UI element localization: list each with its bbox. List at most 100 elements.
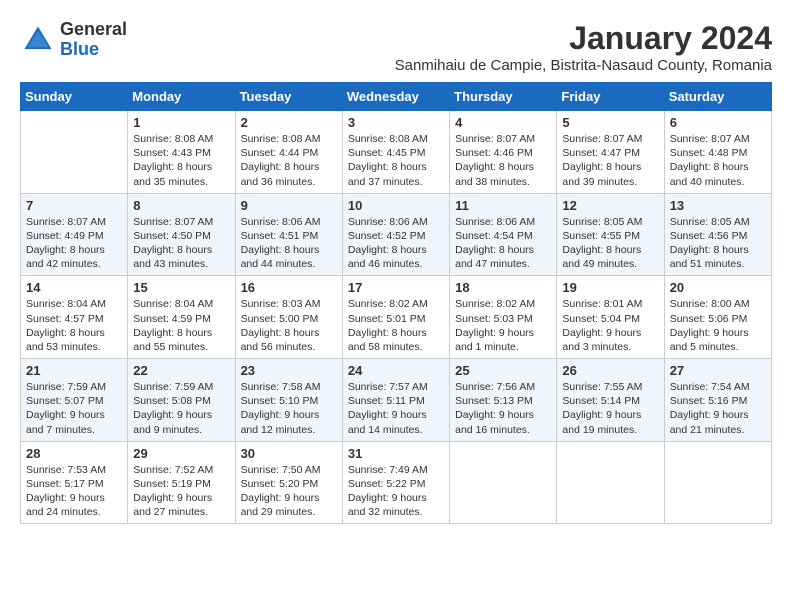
day-number: 26 [562, 363, 658, 378]
day-info: Sunrise: 8:07 AM Sunset: 4:46 PM Dayligh… [455, 132, 551, 189]
calendar-week-1: 1 Sunrise: 8:08 AM Sunset: 4:43 PM Daylig… [21, 111, 772, 194]
day-number: 30 [241, 446, 337, 461]
header-friday: Friday [557, 83, 664, 111]
day-info: Sunrise: 7:55 AM Sunset: 5:14 PM Dayligh… [562, 380, 658, 437]
day-number: 3 [348, 115, 444, 130]
calendar-cell: 18Sunrise: 8:02 AM Sunset: 5:03 PM Dayli… [450, 276, 557, 359]
day-number: 2 [241, 115, 337, 130]
day-number: 1 [133, 115, 229, 130]
day-info: Sunrise: 7:49 AM Sunset: 5:22 PM Dayligh… [348, 463, 444, 520]
calendar-cell: 22 Sunrise: 7:59 AM Sunset: 5:08 PM Dayli… [128, 359, 235, 442]
calendar-cell: 4Sunrise: 8:07 AM Sunset: 4:46 PM Daylig… [450, 111, 557, 194]
day-number: 27 [670, 363, 766, 378]
day-number: 6 [670, 115, 766, 130]
day-number: 15 [133, 280, 229, 295]
day-info: Sunrise: 8:07 AM Sunset: 4:48 PM Dayligh… [670, 132, 766, 189]
day-info: Sunrise: 8:06 AM Sunset: 4:52 PM Dayligh… [348, 215, 444, 272]
calendar-week-4: 21 Sunrise: 7:59 AM Sunset: 5:07 PM Dayli… [21, 359, 772, 442]
day-info: Sunrise: 7:54 AM Sunset: 5:16 PM Dayligh… [670, 380, 766, 437]
calendar-cell: 28Sunrise: 7:53 AM Sunset: 5:17 PM Dayli… [21, 441, 128, 524]
header-saturday: Saturday [664, 83, 771, 111]
calendar-week-3: 14 Sunrise: 8:04 AM Sunset: 4:57 PM Dayli… [21, 276, 772, 359]
day-number: 23 [241, 363, 337, 378]
title-area: January 2024 Sanmihaiu de Campie, Bistri… [395, 20, 772, 74]
calendar-cell: 15Sunrise: 8:04 AM Sunset: 4:59 PM Dayli… [128, 276, 235, 359]
logo: General Blue [20, 20, 127, 60]
day-number: 13 [670, 198, 766, 213]
calendar-week-2: 7 Sunrise: 8:07 AM Sunset: 4:49 PM Daylig… [21, 193, 772, 276]
day-number: 21 [26, 363, 122, 378]
day-number: 12 [562, 198, 658, 213]
day-number: 10 [348, 198, 444, 213]
day-info: Sunrise: 8:06 AM Sunset: 4:54 PM Dayligh… [455, 215, 551, 272]
day-info: Sunrise: 8:04 AM Sunset: 4:57 PM Dayligh… [26, 297, 122, 354]
day-number: 19 [562, 280, 658, 295]
day-info: Sunrise: 7:59 AM Sunset: 5:08 PM Dayligh… [133, 380, 229, 437]
day-info: Sunrise: 8:07 AM Sunset: 4:47 PM Dayligh… [562, 132, 658, 189]
calendar-cell: 21 Sunrise: 7:59 AM Sunset: 5:07 PM Dayli… [21, 359, 128, 442]
day-info: Sunrise: 8:08 AM Sunset: 4:45 PM Dayligh… [348, 132, 444, 189]
day-info: Sunrise: 7:50 AM Sunset: 5:20 PM Dayligh… [241, 463, 337, 520]
header: General Blue January 2024 Sanmihaiu de C… [20, 20, 772, 74]
calendar-cell: 19 Sunrise: 8:01 AM Sunset: 5:04 PM Dayli… [557, 276, 664, 359]
day-number: 17 [348, 280, 444, 295]
day-number: 8 [133, 198, 229, 213]
day-info: Sunrise: 7:57 AM Sunset: 5:11 PM Dayligh… [348, 380, 444, 437]
day-number: 7 [26, 198, 122, 213]
day-info: Sunrise: 7:56 AM Sunset: 5:13 PM Dayligh… [455, 380, 551, 437]
calendar-cell: 9Sunrise: 8:06 AM Sunset: 4:51 PM Daylig… [235, 193, 342, 276]
calendar-cell: 6 Sunrise: 8:07 AM Sunset: 4:48 PM Daylig… [664, 111, 771, 194]
logo-general-text: General [60, 20, 127, 40]
calendar-cell: 1 Sunrise: 8:08 AM Sunset: 4:43 PM Daylig… [128, 111, 235, 194]
day-number: 28 [26, 446, 122, 461]
calendar-cell: 17 Sunrise: 8:02 AM Sunset: 5:01 PM Dayli… [342, 276, 449, 359]
day-info: Sunrise: 8:08 AM Sunset: 4:44 PM Dayligh… [241, 132, 337, 189]
calendar-cell: 24 Sunrise: 7:57 AM Sunset: 5:11 PM Dayli… [342, 359, 449, 442]
header-tuesday: Tuesday [235, 83, 342, 111]
day-number: 20 [670, 280, 766, 295]
day-info: Sunrise: 8:07 AM Sunset: 4:50 PM Dayligh… [133, 215, 229, 272]
calendar-cell: 27 Sunrise: 7:54 AM Sunset: 5:16 PM Dayli… [664, 359, 771, 442]
calendar-cell: 25 Sunrise: 7:56 AM Sunset: 5:13 PM Dayli… [450, 359, 557, 442]
calendar-cell: 2 Sunrise: 8:08 AM Sunset: 4:44 PM Daylig… [235, 111, 342, 194]
calendar-cell: 20 Sunrise: 8:00 AM Sunset: 5:06 PM Dayli… [664, 276, 771, 359]
calendar-cell: 8 Sunrise: 8:07 AM Sunset: 4:50 PM Daylig… [128, 193, 235, 276]
day-number: 24 [348, 363, 444, 378]
calendar-cell: 23 Sunrise: 7:58 AM Sunset: 5:10 PM Dayli… [235, 359, 342, 442]
day-info: Sunrise: 8:01 AM Sunset: 5:04 PM Dayligh… [562, 297, 658, 354]
day-number: 14 [26, 280, 122, 295]
header-sunday: Sunday [21, 83, 128, 111]
calendar-subtitle: Sanmihaiu de Campie, Bistrita-Nasaud Cou… [395, 57, 772, 74]
calendar-cell: 11 Sunrise: 8:06 AM Sunset: 4:54 PM Dayli… [450, 193, 557, 276]
day-info: Sunrise: 8:05 AM Sunset: 4:55 PM Dayligh… [562, 215, 658, 272]
day-number: 22 [133, 363, 229, 378]
calendar-cell [557, 441, 664, 524]
day-info: Sunrise: 8:00 AM Sunset: 5:06 PM Dayligh… [670, 297, 766, 354]
day-info: Sunrise: 8:07 AM Sunset: 4:49 PM Dayligh… [26, 215, 122, 272]
calendar-cell [450, 441, 557, 524]
day-number: 31 [348, 446, 444, 461]
calendar-cell [664, 441, 771, 524]
day-info: Sunrise: 8:06 AM Sunset: 4:51 PM Dayligh… [241, 215, 337, 272]
calendar-cell: 5 Sunrise: 8:07 AM Sunset: 4:47 PM Daylig… [557, 111, 664, 194]
day-info: Sunrise: 7:58 AM Sunset: 5:10 PM Dayligh… [241, 380, 337, 437]
calendar-table: SundayMondayTuesdayWednesdayThursdayFrid… [20, 82, 772, 524]
calendar-cell: 13 Sunrise: 8:05 AM Sunset: 4:56 PM Dayli… [664, 193, 771, 276]
day-info: Sunrise: 8:02 AM Sunset: 5:03 PM Dayligh… [455, 297, 551, 354]
day-info: Sunrise: 8:02 AM Sunset: 5:01 PM Dayligh… [348, 297, 444, 354]
day-info: Sunrise: 8:03 AM Sunset: 5:00 PM Dayligh… [241, 297, 337, 354]
day-info: Sunrise: 8:08 AM Sunset: 4:43 PM Dayligh… [133, 132, 229, 189]
day-number: 25 [455, 363, 551, 378]
logo-text: General Blue [60, 20, 127, 60]
day-number: 5 [562, 115, 658, 130]
header-wednesday: Wednesday [342, 83, 449, 111]
day-info: Sunrise: 8:05 AM Sunset: 4:56 PM Dayligh… [670, 215, 766, 272]
day-number: 11 [455, 198, 551, 213]
day-info: Sunrise: 7:59 AM Sunset: 5:07 PM Dayligh… [26, 380, 122, 437]
header-monday: Monday [128, 83, 235, 111]
calendar-cell: 16Sunrise: 8:03 AM Sunset: 5:00 PM Dayli… [235, 276, 342, 359]
calendar-cell: 14 Sunrise: 8:04 AM Sunset: 4:57 PM Dayli… [21, 276, 128, 359]
calendar-cell: 3 Sunrise: 8:08 AM Sunset: 4:45 PM Daylig… [342, 111, 449, 194]
calendar-cell [21, 111, 128, 194]
calendar-cell: 12 Sunrise: 8:05 AM Sunset: 4:55 PM Dayli… [557, 193, 664, 276]
